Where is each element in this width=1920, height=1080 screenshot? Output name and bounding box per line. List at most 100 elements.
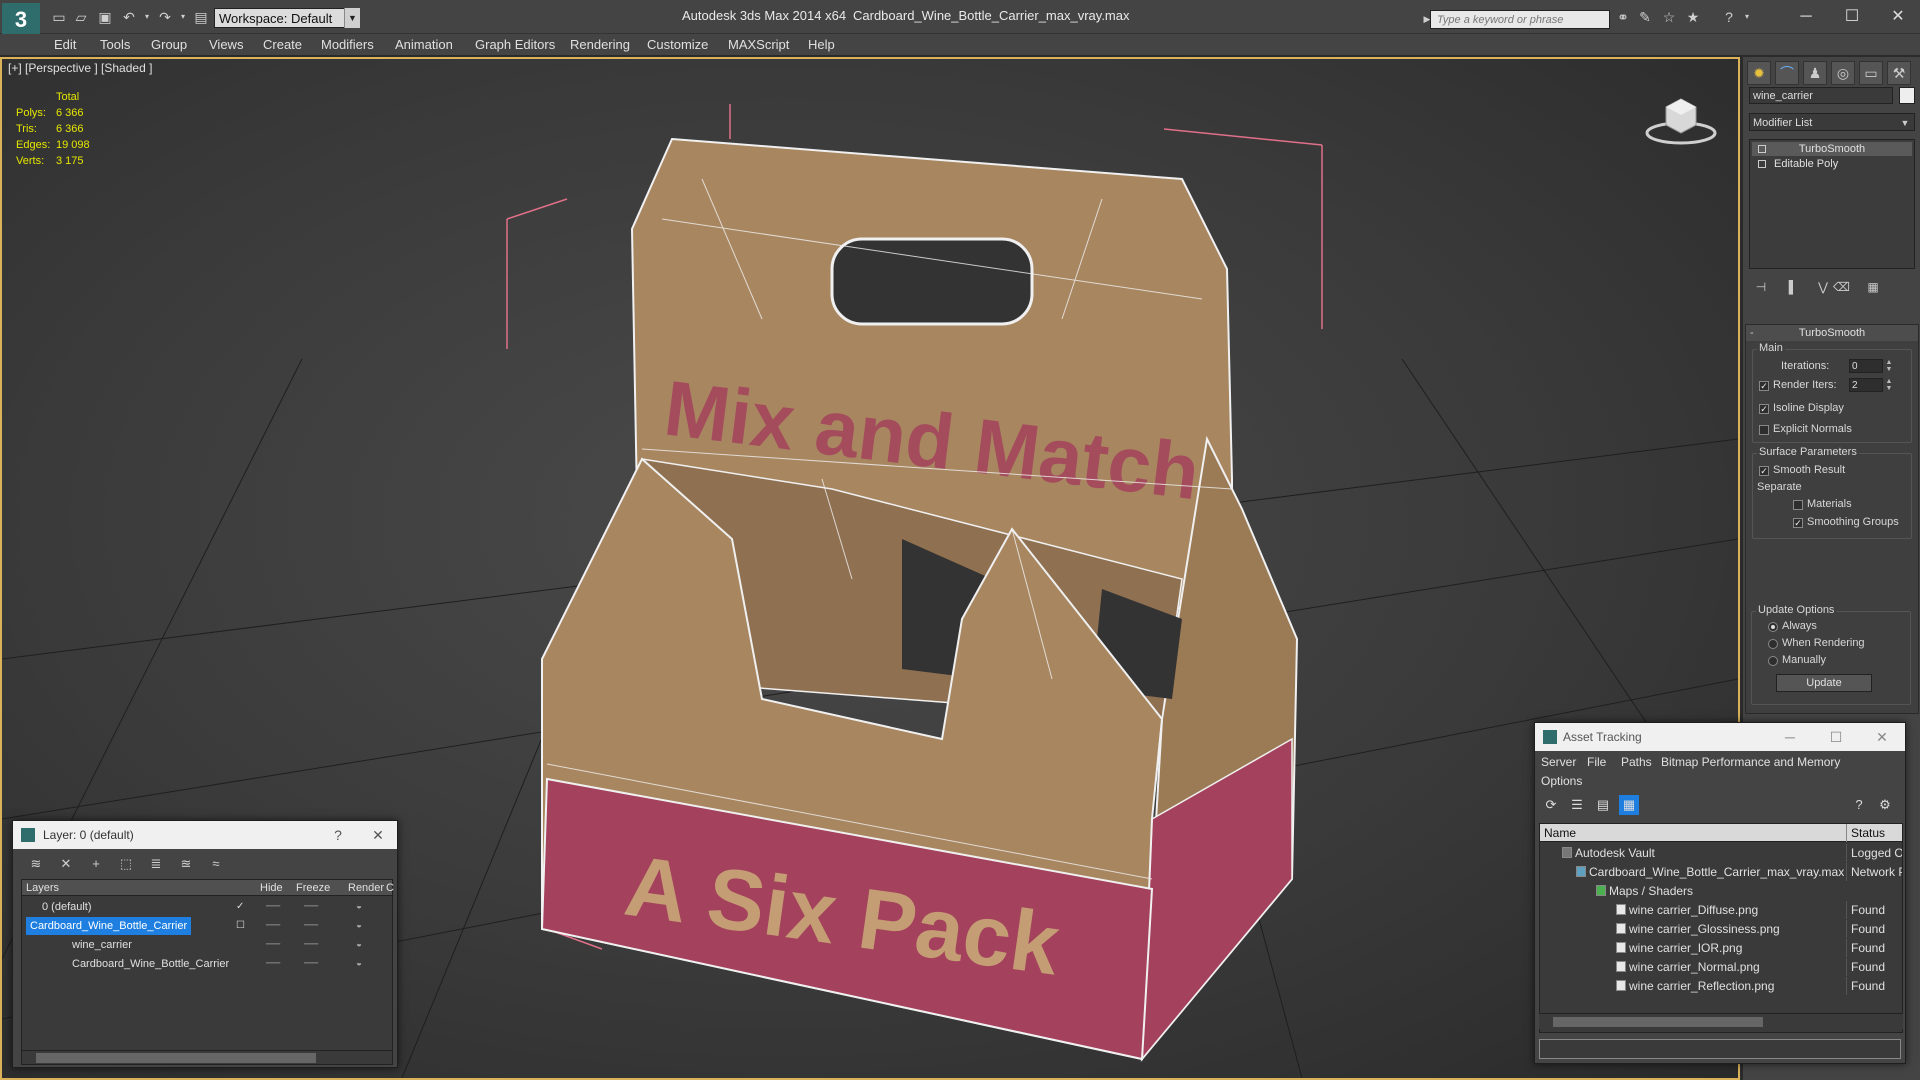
manually-radio[interactable] xyxy=(1768,656,1778,666)
delete-layer-icon[interactable]: ✕ xyxy=(57,855,75,873)
make-unique-icon[interactable]: ⋁ xyxy=(1815,279,1831,295)
display-tab-icon[interactable]: ▭ xyxy=(1859,61,1883,85)
object-name-field[interactable]: wine_carrier xyxy=(1749,87,1893,104)
column-render[interactable]: Render xyxy=(348,880,384,896)
minimize-button[interactable]: ─ xyxy=(1775,723,1805,751)
materials-checkbox[interactable] xyxy=(1793,500,1803,510)
list-view-icon[interactable]: ☰ xyxy=(1567,795,1587,815)
help-icon[interactable]: ? xyxy=(1720,9,1738,25)
scrollbar-thumb[interactable] xyxy=(1553,1017,1763,1027)
menu-maxscript[interactable]: MAXScript xyxy=(728,34,789,56)
column-freeze[interactable]: Freeze xyxy=(296,880,330,896)
lightbulb-icon[interactable] xyxy=(1758,145,1766,153)
project-folder-icon[interactable]: ▤ xyxy=(192,9,210,25)
render-iters-spinner[interactable]: 2 xyxy=(1849,378,1883,392)
modify-tab-icon[interactable]: ⌒ xyxy=(1775,61,1799,85)
spinner-arrows-icon[interactable]: ▲ ▼ xyxy=(1885,359,1893,373)
menu-views[interactable]: Views xyxy=(209,34,243,56)
asset-row[interactable]: Autodesk Vault Logged Ou xyxy=(1540,844,1902,862)
column-color[interactable]: C xyxy=(386,880,394,896)
motion-tab-icon[interactable]: ◎ xyxy=(1831,61,1855,85)
isoline-display-checkbox[interactable]: ✓ xyxy=(1759,404,1769,414)
close-button[interactable]: ✕ xyxy=(1876,4,1920,30)
horizontal-scrollbar[interactable] xyxy=(1539,1013,1903,1029)
settings-icon[interactable]: ⚙ xyxy=(1875,795,1895,815)
configure-sets-icon[interactable]: ▦ xyxy=(1865,279,1881,295)
menu-edit[interactable]: Edit xyxy=(54,34,76,56)
update-button[interactable]: Update xyxy=(1776,674,1872,692)
binoculars-icon[interactable]: ⚭ xyxy=(1614,9,1632,25)
asset-row[interactable]: Cardboard_Wine_Bottle_Carrier_max_vray.m… xyxy=(1540,863,1902,881)
smoothing-groups-checkbox[interactable]: ✓ xyxy=(1793,518,1803,528)
stack-item-editable-poly[interactable]: Editable Poly xyxy=(1752,157,1912,171)
redo-icon[interactable]: ↷ xyxy=(156,9,174,25)
horizontal-scrollbar[interactable] xyxy=(22,1050,392,1064)
freeze-toggle[interactable]: ── xyxy=(304,917,318,935)
show-end-result-icon[interactable]: ▌ xyxy=(1785,279,1801,295)
hide-toggle[interactable]: ── xyxy=(266,955,280,973)
freeze-all-icon[interactable]: ≈ xyxy=(207,855,225,873)
minimize-button[interactable]: ─ xyxy=(1784,4,1828,30)
menu-customize[interactable]: Customize xyxy=(647,34,708,56)
details-view-icon[interactable]: ▤ xyxy=(1593,795,1613,815)
redo-dropdown-icon[interactable]: ▾ xyxy=(174,9,192,25)
pin-stack-icon[interactable]: ⊣ xyxy=(1753,279,1769,295)
table-view-icon[interactable]: ▦ xyxy=(1619,795,1639,815)
asset-row[interactable]: Maps / Shaders xyxy=(1540,882,1902,900)
new-file-icon[interactable]: ▭ xyxy=(50,9,68,25)
render-teapot-icon[interactable]: ◒ xyxy=(356,936,362,954)
column-name[interactable]: Name xyxy=(1544,824,1576,842)
menu-file[interactable]: File xyxy=(1587,755,1606,769)
undo-icon[interactable]: ↶ xyxy=(120,9,138,25)
create-tab-icon[interactable]: ✹ xyxy=(1747,61,1771,85)
utilities-tab-icon[interactable]: ⚒ xyxy=(1887,61,1911,85)
menu-tools[interactable]: Tools xyxy=(100,34,130,56)
freeze-toggle[interactable]: ── xyxy=(304,955,318,973)
asset-row[interactable]: wine carrier_IOR.png Found xyxy=(1540,939,1902,957)
layer-row[interactable]: wine_carrier ── ── ◒ xyxy=(22,936,392,954)
star-icon[interactable]: ★ xyxy=(1684,9,1702,25)
current-layer-check-icon[interactable]: ☐ xyxy=(236,917,245,935)
stack-item-turbosmooth[interactable]: TurboSmooth xyxy=(1752,142,1912,156)
close-button[interactable]: ✕ xyxy=(1867,723,1897,751)
chevron-down-icon[interactable]: ▼ xyxy=(344,8,360,28)
chevron-down-icon[interactable]: ▼ xyxy=(1898,114,1912,132)
highlight-selected-icon[interactable]: ≣ xyxy=(147,855,165,873)
smooth-result-checkbox[interactable]: ✓ xyxy=(1759,466,1769,476)
layers-icon[interactable]: ≋ xyxy=(27,855,45,873)
iterations-spinner[interactable]: 0 xyxy=(1849,359,1883,373)
undo-dropdown-icon[interactable]: ▾ xyxy=(138,9,156,25)
refresh-icon[interactable]: ⟳ xyxy=(1541,795,1561,815)
workspace-dropdown[interactable]: Workspace: Default xyxy=(214,8,360,28)
favorites-icon[interactable]: ☆ xyxy=(1660,9,1678,25)
help-button[interactable]: ? xyxy=(323,821,353,849)
hide-toggle[interactable]: ── xyxy=(266,936,280,954)
menu-server[interactable]: Server xyxy=(1541,755,1576,769)
object-color-swatch[interactable] xyxy=(1899,87,1915,104)
hide-toggle[interactable]: ── xyxy=(266,898,280,916)
open-file-icon[interactable]: ▱ xyxy=(72,9,90,25)
hide-toggle[interactable]: ── xyxy=(266,917,280,935)
current-layer-check-icon[interactable]: ✓ xyxy=(236,898,244,916)
column-hide[interactable]: Hide xyxy=(260,880,283,896)
layer-row[interactable]: Cardboard_Wine_Bottle_Carrier ── ── ◒ xyxy=(22,955,392,973)
asset-row[interactable]: wine carrier_Glossiness.png Found xyxy=(1540,920,1902,938)
layer-row[interactable]: Cardboard_Wine_Bottle_Carrier ☐ ── ── ◒ xyxy=(22,917,392,935)
render-iters-checkbox[interactable]: ✓ xyxy=(1759,381,1769,391)
layer-row[interactable]: 0 (default) ✓ ── ── ◒ xyxy=(22,898,392,916)
modifier-list-dropdown[interactable]: Modifier List ▼ xyxy=(1749,113,1915,131)
communication-center-icon[interactable]: ✎ xyxy=(1636,9,1654,25)
freeze-toggle[interactable]: ── xyxy=(304,898,318,916)
maximize-button[interactable]: ☐ xyxy=(1821,723,1851,751)
menu-help[interactable]: Help xyxy=(808,34,835,56)
menu-paths[interactable]: Paths xyxy=(1621,755,1652,769)
scrollbar-thumb[interactable] xyxy=(36,1053,316,1063)
column-layers[interactable]: Layers xyxy=(26,880,59,896)
menu-rendering[interactable]: Rendering xyxy=(570,34,630,56)
menu-create[interactable]: Create xyxy=(263,34,302,56)
menu-bitmap-performance[interactable]: Bitmap Performance and Memory xyxy=(1661,755,1840,769)
menu-options[interactable]: Options xyxy=(1541,774,1582,788)
hide-all-icon[interactable]: ≊ xyxy=(177,855,195,873)
when-rendering-radio[interactable] xyxy=(1768,639,1778,649)
column-status[interactable]: Status xyxy=(1846,824,1885,842)
